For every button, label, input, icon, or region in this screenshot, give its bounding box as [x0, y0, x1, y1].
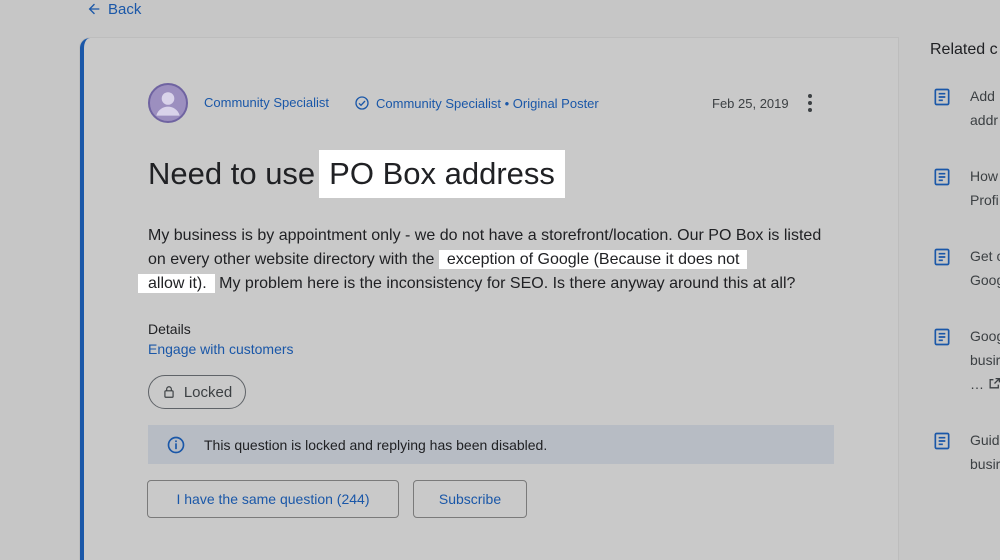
details-category-link[interactable]: Engage with customers — [148, 341, 294, 357]
document-icon — [934, 328, 950, 346]
person-icon — [156, 92, 180, 116]
related-line: Profi — [970, 192, 999, 208]
more-options-icon[interactable] — [800, 92, 820, 114]
info-icon — [167, 436, 185, 453]
details-label: Details — [148, 321, 191, 337]
related-line: Goog — [970, 328, 1000, 344]
locked-label: Locked — [183, 383, 233, 401]
related-item[interactable]: Add addr — [932, 84, 1000, 134]
title-prefix: Need to use — [148, 156, 316, 191]
related-line: addr — [970, 112, 999, 128]
avatar[interactable] — [148, 83, 188, 123]
body-highlight1: exception of Google (Because it does not — [438, 250, 748, 269]
document-icon — [934, 168, 950, 186]
verified-check-icon — [355, 96, 369, 110]
author-name[interactable]: Community Specialist — [204, 95, 329, 110]
badge-label: Community Specialist • Original Poster — [376, 95, 599, 111]
related-title: Related c — [930, 41, 998, 58]
title-highlight: PO Box address — [319, 150, 565, 198]
body-highlight2: allow it). — [138, 274, 215, 293]
locked-chip: Locked — [148, 375, 246, 409]
related-line: Get c — [970, 248, 1000, 264]
back-label: Back — [108, 0, 142, 18]
document-icon — [934, 88, 950, 106]
external-link-icon — [989, 377, 1000, 389]
same-question-button[interactable]: I have the same question (244) — [147, 480, 399, 518]
related-item[interactable]: Get c Goog — [932, 244, 1000, 294]
related-line: Goog — [970, 272, 1000, 288]
document-icon — [934, 432, 950, 450]
related-line: … — [970, 376, 984, 392]
body-part2: My problem here is the inconsistency for… — [219, 275, 796, 292]
related-item[interactable]: Guid busir — [932, 428, 1000, 478]
post-date: Feb 25, 2019 — [712, 96, 789, 111]
question-body: My business is by appointment only - we … — [138, 224, 828, 296]
related-item[interactable]: Goog busir … — [932, 324, 1000, 398]
related-line: Add — [970, 88, 995, 104]
arrow-left-icon — [88, 3, 100, 15]
subscribe-button[interactable]: Subscribe — [413, 480, 527, 518]
related-line: How — [970, 168, 999, 184]
lock-icon — [164, 386, 174, 398]
related-line: busir — [970, 352, 1000, 368]
back-link[interactable]: Back — [86, 0, 141, 18]
related-line: Guid — [970, 432, 1000, 448]
page-title: Need to use PO Box address — [148, 150, 565, 198]
related-item[interactable]: How Profi — [932, 164, 1000, 214]
author-badge: Community Specialist • Original Poster — [354, 95, 599, 111]
document-icon — [934, 248, 950, 266]
related-line: busir — [970, 456, 1000, 472]
notice-text: This question is locked and replying has… — [204, 436, 548, 453]
locked-notice: This question is locked and replying has… — [148, 425, 834, 464]
